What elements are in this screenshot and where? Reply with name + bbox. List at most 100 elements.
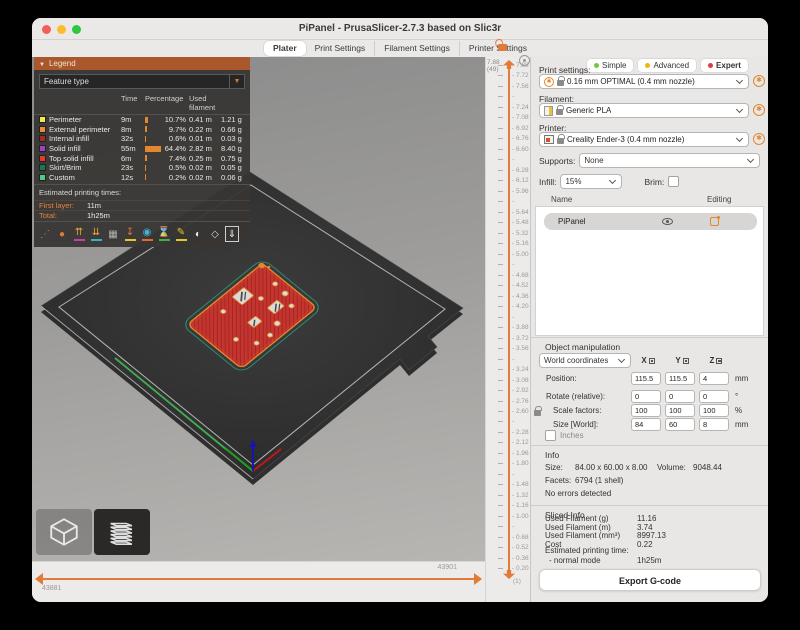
window-title: PiPanel - PrusaSlicer-2.7.3 based on Sli… [32, 18, 768, 40]
edit-printer-button[interactable]: ✱ [753, 133, 765, 145]
drag-handle-icon[interactable] [649, 358, 655, 364]
chevron-down-icon [736, 105, 743, 112]
size-x-input[interactable] [631, 418, 661, 431]
color-changes-icon[interactable]: ↧ [123, 226, 137, 242]
3d-editor-view-button[interactable] [36, 509, 92, 555]
object-row-pipanel[interactable]: PiPanel [544, 213, 757, 230]
layer-tick-label: - 1.00 [512, 513, 529, 520]
deretractions-icon[interactable]: ⇊ [89, 226, 103, 242]
size-value: 84.00 x 60.00 x 8.00 [575, 463, 648, 472]
close-window-button[interactable] [42, 25, 51, 34]
seams-icon[interactable]: ▦ [106, 226, 120, 242]
legend-row: Top solid infill6m7.4%0.25 m0.75 g [34, 153, 250, 163]
print-settings-select[interactable]: ✱ 0.16 mm OPTIMAL (0.4 mm nozzle) [539, 74, 749, 89]
3d-viewport[interactable]: ▼Legend Feature type ▼ Time Percentage U… [32, 57, 485, 561]
position-y-input[interactable] [665, 372, 695, 385]
zoom-window-button[interactable] [72, 25, 81, 34]
axis-header-y: Y [665, 356, 699, 365]
mode-button-simple[interactable]: Simple [587, 59, 633, 72]
move-slider-max-thumb[interactable] [474, 573, 482, 585]
object-editing-icon[interactable] [710, 217, 719, 226]
infill-select[interactable]: 15% [560, 174, 622, 189]
minimize-window-button[interactable] [57, 25, 66, 34]
legend-row: Custom12s0.2%0.02 m0.06 g [34, 173, 250, 183]
layer-tick-label: - 5.48 [512, 219, 529, 226]
retractions-icon[interactable]: ⇈ [72, 226, 86, 242]
preview-sliced-view-button[interactable] [94, 509, 150, 555]
feature-time: 55m [121, 144, 145, 153]
percentage-bar [145, 174, 161, 180]
scale-z-input[interactable] [699, 404, 729, 417]
edit-print-settings-button[interactable]: ✱ [753, 75, 765, 87]
printer-select[interactable]: Creality Ender-3 (0.4 mm nozzle) [539, 132, 749, 147]
move-slider-track[interactable] [42, 578, 475, 580]
scale-x-input[interactable] [631, 404, 661, 417]
size-y-input[interactable] [665, 418, 695, 431]
inches-label: Inches [560, 431, 584, 440]
layer-slider-track[interactable] [508, 66, 510, 574]
brim-checkbox[interactable] [668, 176, 679, 187]
layer-tick-label: - 3.08 [512, 377, 529, 384]
rotate-x-input[interactable] [631, 390, 661, 403]
filament-select[interactable]: Generic PLA [539, 103, 749, 118]
tab-print-settings[interactable]: Print Settings [306, 41, 375, 56]
unlocked-padlock-icon[interactable] [498, 44, 507, 51]
custom-gcode-icon[interactable]: ✎ [174, 226, 188, 242]
infill-value: 15% [565, 177, 581, 186]
position-z-input[interactable] [699, 372, 729, 385]
main-content: ▼Legend Feature type ▼ Time Percentage U… [32, 57, 768, 602]
supports-select[interactable]: None [579, 153, 760, 168]
normal-mode-value: 1h25m [637, 556, 661, 565]
manipulation-row-scale: Scale factors:% [531, 404, 768, 418]
drag-handle-icon[interactable] [716, 358, 722, 364]
axis-header-x: X [631, 356, 665, 365]
legend-collapse-header[interactable]: ▼Legend [34, 57, 250, 70]
layer-tick-label: - 7.24 [512, 104, 529, 111]
shells-icon[interactable]: ◇ [208, 226, 222, 242]
pause-prints-icon[interactable]: ⌛ [157, 226, 171, 242]
layer-tick-label: - 1.48 [512, 481, 529, 488]
legend-pin-icon[interactable]: ⇓ [225, 226, 239, 242]
position-x-input[interactable] [631, 372, 661, 385]
coordinate-system-value: World coordinates [544, 356, 608, 365]
gcode-move-slider[interactable]: 43901 43881 [32, 561, 485, 602]
tab-filament-settings[interactable]: Filament Settings [374, 41, 459, 56]
slider-settings-gear-icon[interactable] [519, 55, 530, 66]
layer-tick-label: - [512, 523, 514, 530]
object-list[interactable]: PiPanel [535, 206, 764, 336]
size-z-input[interactable] [699, 418, 729, 431]
wipe-icon[interactable]: ● [55, 226, 69, 242]
mode-button-expert[interactable]: Expert [701, 59, 748, 72]
center-of-gravity-icon[interactable]: ◐ [191, 226, 205, 242]
feature-time: 32s [121, 134, 145, 143]
rotate-z-input[interactable] [699, 390, 729, 403]
layer-slider-column[interactable]: 7.88(49) - 7.88- 7.72- 7.56-- 7.24- 7.08… [485, 57, 530, 602]
layer-tick-label: - 3.88 [512, 324, 529, 331]
travel-moves-icon[interactable]: ⋰ [38, 226, 52, 242]
collapse-triangle-icon: ▼ [39, 62, 45, 68]
drag-handle-icon[interactable] [683, 358, 689, 364]
supports-row: Supports: None [539, 153, 760, 168]
scale-uniform-lock-icon[interactable] [534, 410, 541, 416]
edit-filament-button[interactable]: ✱ [753, 104, 765, 116]
eye-visibility-icon[interactable] [662, 218, 673, 225]
layer-tick-label: - 1.16 [512, 502, 529, 509]
filament-colors-icon[interactable]: ◉ [140, 226, 154, 242]
manipulation-row-position: Position:mm [531, 372, 768, 386]
sliced-section-divider [531, 505, 768, 506]
mode-button-advanced[interactable]: Advanced [638, 59, 696, 72]
layer-tick-label: - 1.80 [512, 460, 529, 467]
scale-y-input[interactable] [665, 404, 695, 417]
view-type-dropdown[interactable]: Feature type ▼ [39, 74, 245, 89]
move-slider-min-label: 43881 [42, 585, 61, 592]
export-gcode-button[interactable]: Export G-code [539, 569, 761, 591]
position-label: Position: [546, 374, 577, 383]
legend-panel: ▼Legend Feature type ▼ Time Percentage U… [34, 57, 250, 247]
rotate-y-input[interactable] [665, 390, 695, 403]
inches-checkbox[interactable] [545, 430, 556, 441]
tab-plater[interactable]: Plater [264, 41, 306, 56]
feature-length: 0.01 m [189, 134, 221, 143]
coordinate-system-select[interactable]: World coordinates [539, 353, 631, 368]
feature-name: Top solid infill [49, 154, 121, 163]
layer-tick-label: - 4.52 [512, 282, 529, 289]
